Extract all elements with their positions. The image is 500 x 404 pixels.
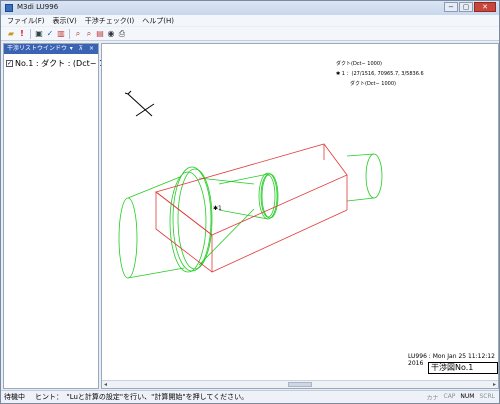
- annotation-coordinate: ✱ 1 ：(27/1516, 70965.7, 3/5836.6: [336, 71, 424, 77]
- drawing-view[interactable]: ✱1 ダクト(Dct− 1000) ✱ 1 ：(27/1516, 70965.7…: [101, 43, 499, 389]
- status-hint: ヒント： "Luと計算の設定"を行い、"計算開始"を押してください。: [35, 393, 249, 401]
- panel-controls[interactable]: ▾ ⊼ ×: [70, 44, 96, 54]
- maximize-button[interactable]: ▢: [459, 2, 473, 12]
- menu-bar: ファイル(F) 表示(V) 干渉チェック(I) ヘルプ(H): [1, 15, 499, 26]
- app-icon: [5, 4, 13, 12]
- toolbar-separator: [69, 28, 70, 39]
- menu-interference-check[interactable]: 干渉チェック(I): [85, 16, 135, 26]
- duct-right: [218, 153, 383, 220]
- indicator-scrl: SCRL: [479, 393, 495, 400]
- chart-icon[interactable]: ▥: [56, 29, 66, 39]
- status-bar: 待機中 ヒント： "Luと計算の設定"を行い、"計算開始"を押してください。 カ…: [1, 390, 499, 403]
- zoom-in-icon[interactable]: ⌕: [73, 29, 83, 39]
- fit-icon[interactable]: ▤: [95, 29, 105, 39]
- print-icon[interactable]: ⎙: [117, 29, 127, 39]
- indicator-num: NUM: [460, 393, 475, 400]
- plane-label: 干渉図No.1: [428, 362, 498, 374]
- scroll-thumb[interactable]: [288, 382, 312, 387]
- open-icon[interactable]: ▰: [6, 29, 16, 39]
- check-icon[interactable]: ✓: [45, 29, 55, 39]
- menu-file[interactable]: ファイル(F): [7, 16, 45, 26]
- duct-drawing: ✱1: [118, 90, 383, 279]
- indicator-kana: カナ: [426, 395, 439, 402]
- app-window: M3di LU996 − ▢ ✕ ファイル(F) 表示(V) 干渉チェック(I)…: [0, 0, 500, 404]
- panel-title: 干渉リストウインドウ: [7, 45, 68, 52]
- title-bar[interactable]: M3di LU996 − ▢ ✕: [1, 1, 499, 15]
- save-icon[interactable]: ▣: [34, 29, 44, 39]
- menu-view[interactable]: 表示(V): [53, 16, 77, 26]
- toolbar-separator: [30, 28, 31, 39]
- annotation-duct-top: ダクト(Dct− 1000): [336, 61, 382, 67]
- interference-marker: ✱1: [213, 205, 222, 212]
- window-title: M3di LU996: [17, 3, 59, 11]
- close-button[interactable]: ✕: [474, 2, 496, 12]
- interference-box: [155, 143, 348, 273]
- status-mode: 待機中: [4, 393, 25, 401]
- item-checkbox[interactable]: ✓: [6, 60, 13, 67]
- panel-header: 干渉リストウインドウ ▾ ⊼ ×: [4, 44, 98, 54]
- scroll-right-icon[interactable]: ▸: [493, 381, 496, 388]
- horizontal-scrollbar[interactable]: ◂ ▸: [102, 380, 498, 388]
- eye-icon[interactable]: ◉: [106, 29, 116, 39]
- warning-icon[interactable]: !: [17, 29, 27, 39]
- axis-gizmo: [124, 90, 155, 117]
- annotation-duct-bottom: ダクト(Dct− 1000): [350, 81, 396, 87]
- toolbar: ▰ ! ▣ ✓ ▥ ⌕ ⌕ ▤ ◉ ⎙: [1, 27, 499, 41]
- interference-list-panel: 干渉リストウインドウ ▾ ⊼ × ✓ No.1 : ダクト : (Dct− 10…: [3, 43, 122, 389]
- zoom-out-icon[interactable]: ⌕: [84, 29, 94, 39]
- minimize-button[interactable]: −: [444, 2, 458, 12]
- indicator-cap: CAP: [443, 393, 456, 400]
- menu-help[interactable]: ヘルプ(H): [142, 16, 174, 26]
- scroll-left-icon[interactable]: ◂: [104, 381, 107, 388]
